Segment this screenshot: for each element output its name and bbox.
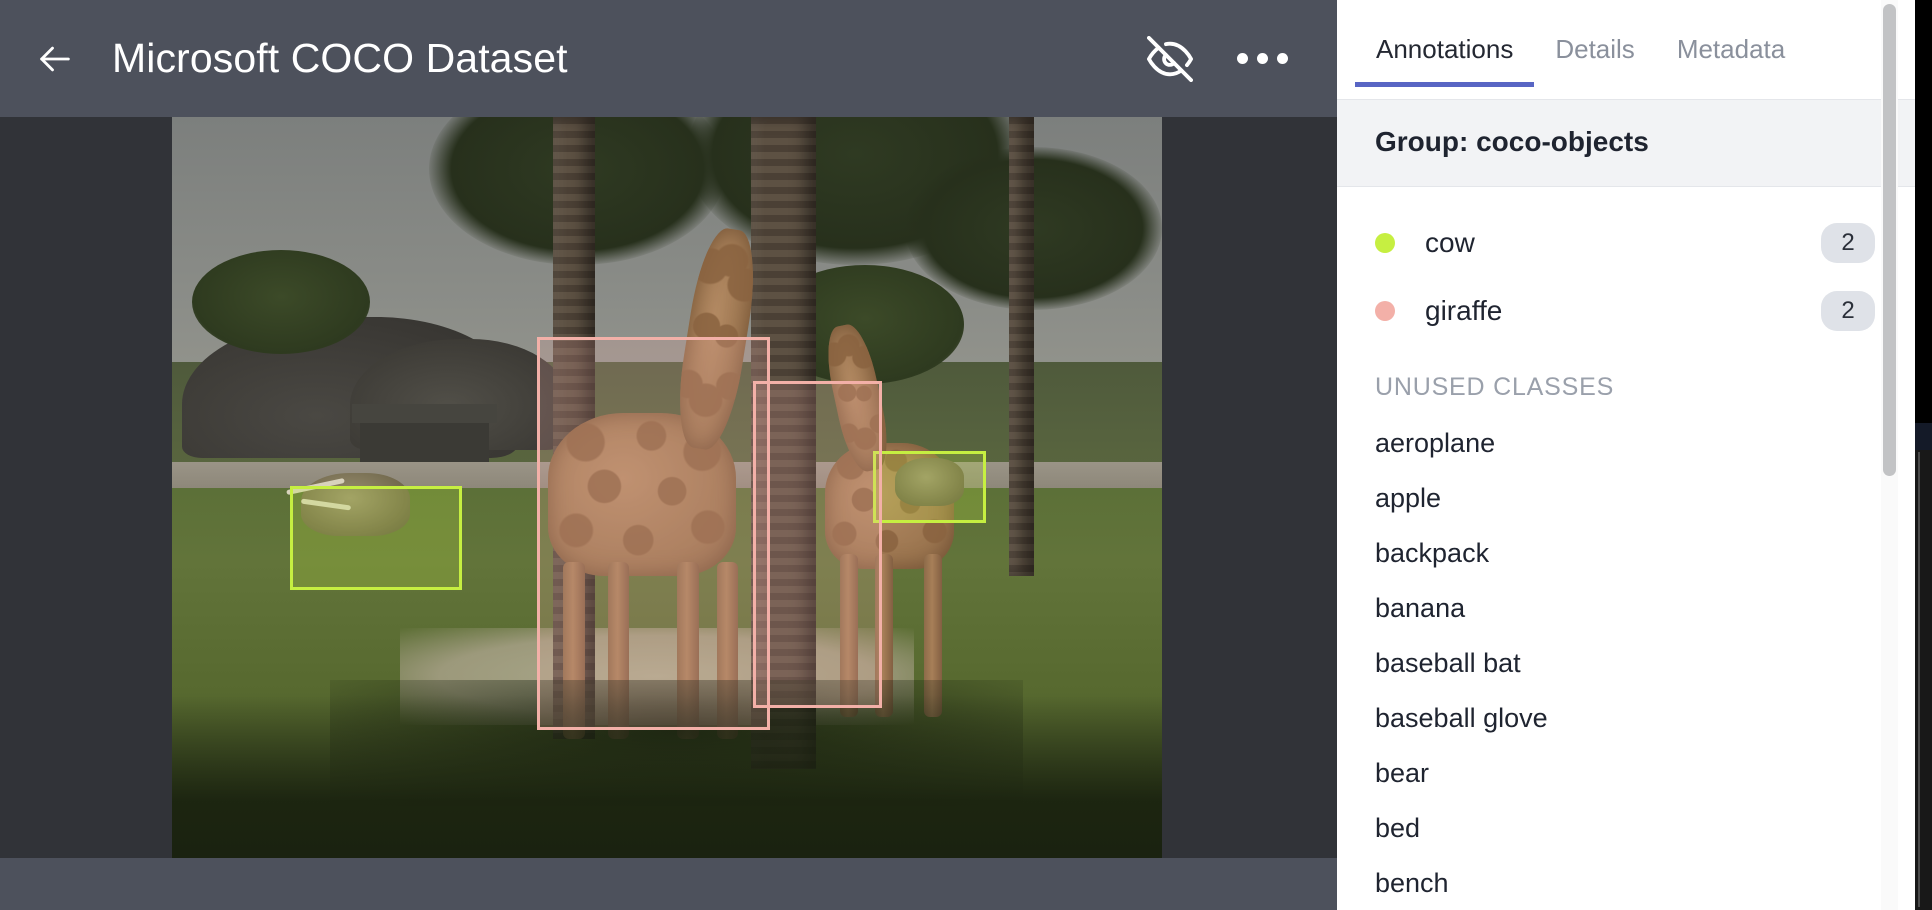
annotation-group-header: Group: coco-objects — [1337, 100, 1915, 187]
app-root: Microsoft COCO Dataset Annotations Detai… — [0, 0, 1932, 910]
class-row-cow[interactable]: cow 2 — [1337, 209, 1915, 277]
annotated-photo — [172, 117, 1162, 858]
unused-class-item[interactable]: bed — [1337, 801, 1915, 856]
unused-classes-heading: UNUSED CLASSES — [1375, 373, 1615, 401]
class-count-giraffe: 2 — [1821, 291, 1875, 331]
class-color-swatch-cow — [1375, 233, 1395, 253]
unused-class-list: aeroplane apple backpack banana baseball… — [1337, 416, 1915, 910]
background-window-edge — [1915, 0, 1932, 910]
page-title: Microsoft COCO Dataset — [112, 35, 568, 81]
unused-class-item[interactable]: aeroplane — [1337, 416, 1915, 471]
more-options-button[interactable] — [1235, 32, 1289, 86]
class-label-cow: cow — [1425, 227, 1475, 258]
unused-class-item[interactable]: baseball glove — [1337, 691, 1915, 746]
panel-tabs: Annotations Details Metadata — [1337, 0, 1915, 100]
tab-metadata[interactable]: Metadata — [1656, 26, 1806, 87]
tab-annotations[interactable]: Annotations — [1355, 26, 1535, 87]
unused-class-item[interactable]: backpack — [1337, 526, 1915, 581]
panel-scrollbar-thumb[interactable] — [1883, 4, 1896, 476]
unused-class-item[interactable]: bench — [1337, 856, 1915, 910]
unused-class-item[interactable]: apple — [1337, 471, 1915, 526]
toolbar-actions — [1143, 32, 1289, 86]
class-row-giraffe[interactable]: giraffe 2 — [1337, 277, 1915, 345]
eye-off-icon — [1147, 35, 1193, 82]
more-horizontal-icon — [1236, 53, 1288, 64]
photo-palm-trunk-3 — [1008, 117, 1035, 577]
image-viewer: Microsoft COCO Dataset — [0, 0, 1337, 910]
photo-grass-shade — [172, 694, 1162, 858]
photo-palm-trunk-2 — [751, 117, 817, 770]
viewer-toolbar: Microsoft COCO Dataset — [0, 0, 1337, 117]
hide-annotations-button[interactable] — [1143, 32, 1197, 86]
class-color-swatch-giraffe — [1375, 301, 1395, 321]
unused-class-item[interactable]: bear — [1337, 746, 1915, 801]
photo-bush-1 — [191, 250, 370, 355]
unused-class-item[interactable]: banana — [1337, 581, 1915, 636]
image-canvas[interactable] — [0, 117, 1337, 858]
used-class-list: cow 2 giraffe 2 — [1337, 187, 1915, 345]
tab-details[interactable]: Details — [1534, 26, 1655, 87]
unused-class-item[interactable]: baseball bat — [1337, 636, 1915, 691]
class-label-giraffe: giraffe — [1425, 295, 1503, 326]
photo-cow-right — [894, 457, 964, 507]
back-button[interactable] — [26, 30, 84, 88]
class-count-cow: 2 — [1821, 223, 1875, 263]
side-panel: Annotations Details Metadata Group: coco… — [1337, 0, 1915, 910]
arrow-left-icon — [40, 46, 70, 71]
viewer-footer — [0, 858, 1337, 910]
